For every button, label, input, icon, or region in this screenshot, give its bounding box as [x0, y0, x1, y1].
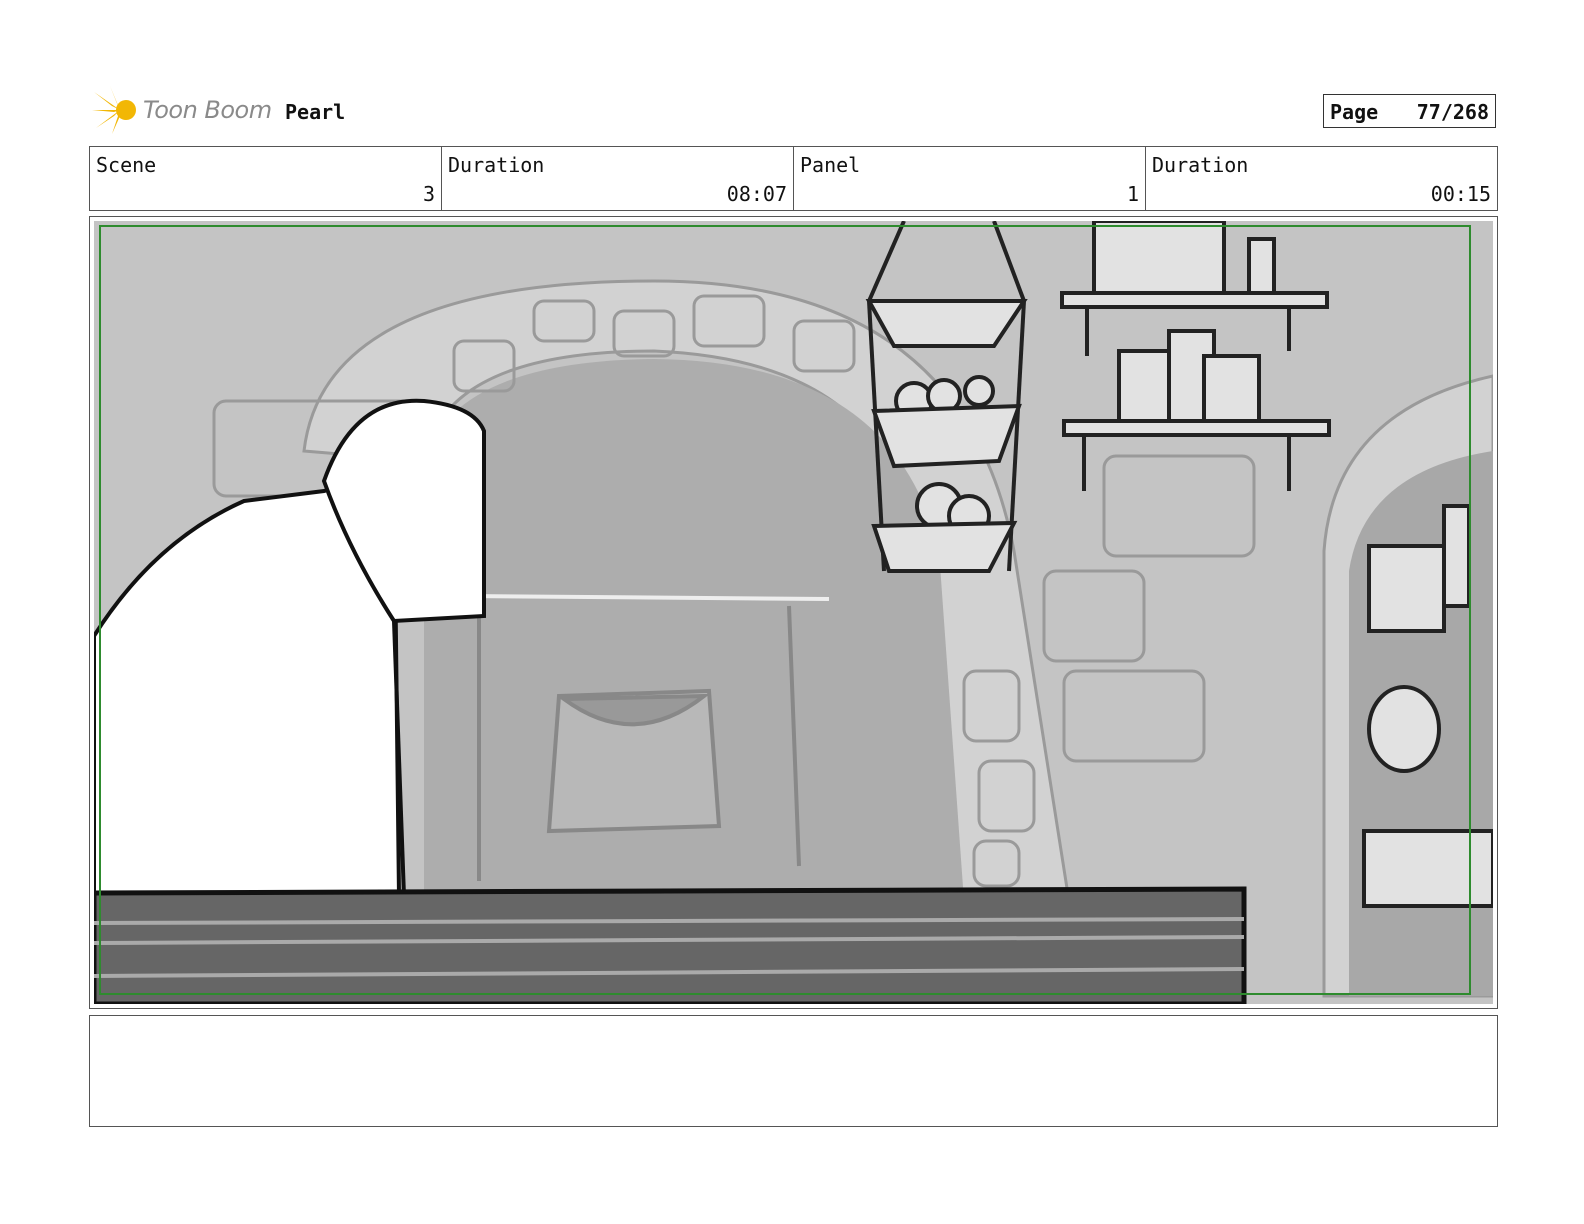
- panel-cell: Panel 1: [794, 147, 1146, 210]
- scene-duration-label: Duration: [448, 153, 545, 177]
- page-number: 77/268: [1416, 100, 1489, 124]
- panel-duration-label: Duration: [1152, 153, 1249, 177]
- panel-info-table: Scene 3 Duration 08:07 Panel 1 Duration …: [89, 146, 1498, 211]
- panel-duration-cell: Duration 00:15: [1146, 147, 1497, 210]
- panel-value: 1: [1126, 182, 1139, 206]
- page-label: Page: [1330, 100, 1379, 124]
- panel-duration-value: 00:15: [1430, 182, 1491, 206]
- scene-duration-cell: Duration 08:07: [442, 147, 794, 210]
- panel-drawing: [94, 221, 1493, 1004]
- page-indicator: Page 77/268: [1323, 94, 1496, 128]
- panel-label: Panel: [800, 153, 861, 177]
- project-title: Pearl: [285, 100, 346, 124]
- counter: [94, 886, 1247, 1004]
- scene-value: 3: [422, 182, 435, 206]
- logo-text: Toon Boom: [143, 96, 272, 124]
- scene-duration-value: 08:07: [726, 182, 787, 206]
- storyboard-panel: [89, 216, 1498, 1009]
- scene-cell: Scene 3: [90, 147, 442, 210]
- scene-label: Scene: [96, 153, 157, 177]
- caption-box: [89, 1015, 1498, 1127]
